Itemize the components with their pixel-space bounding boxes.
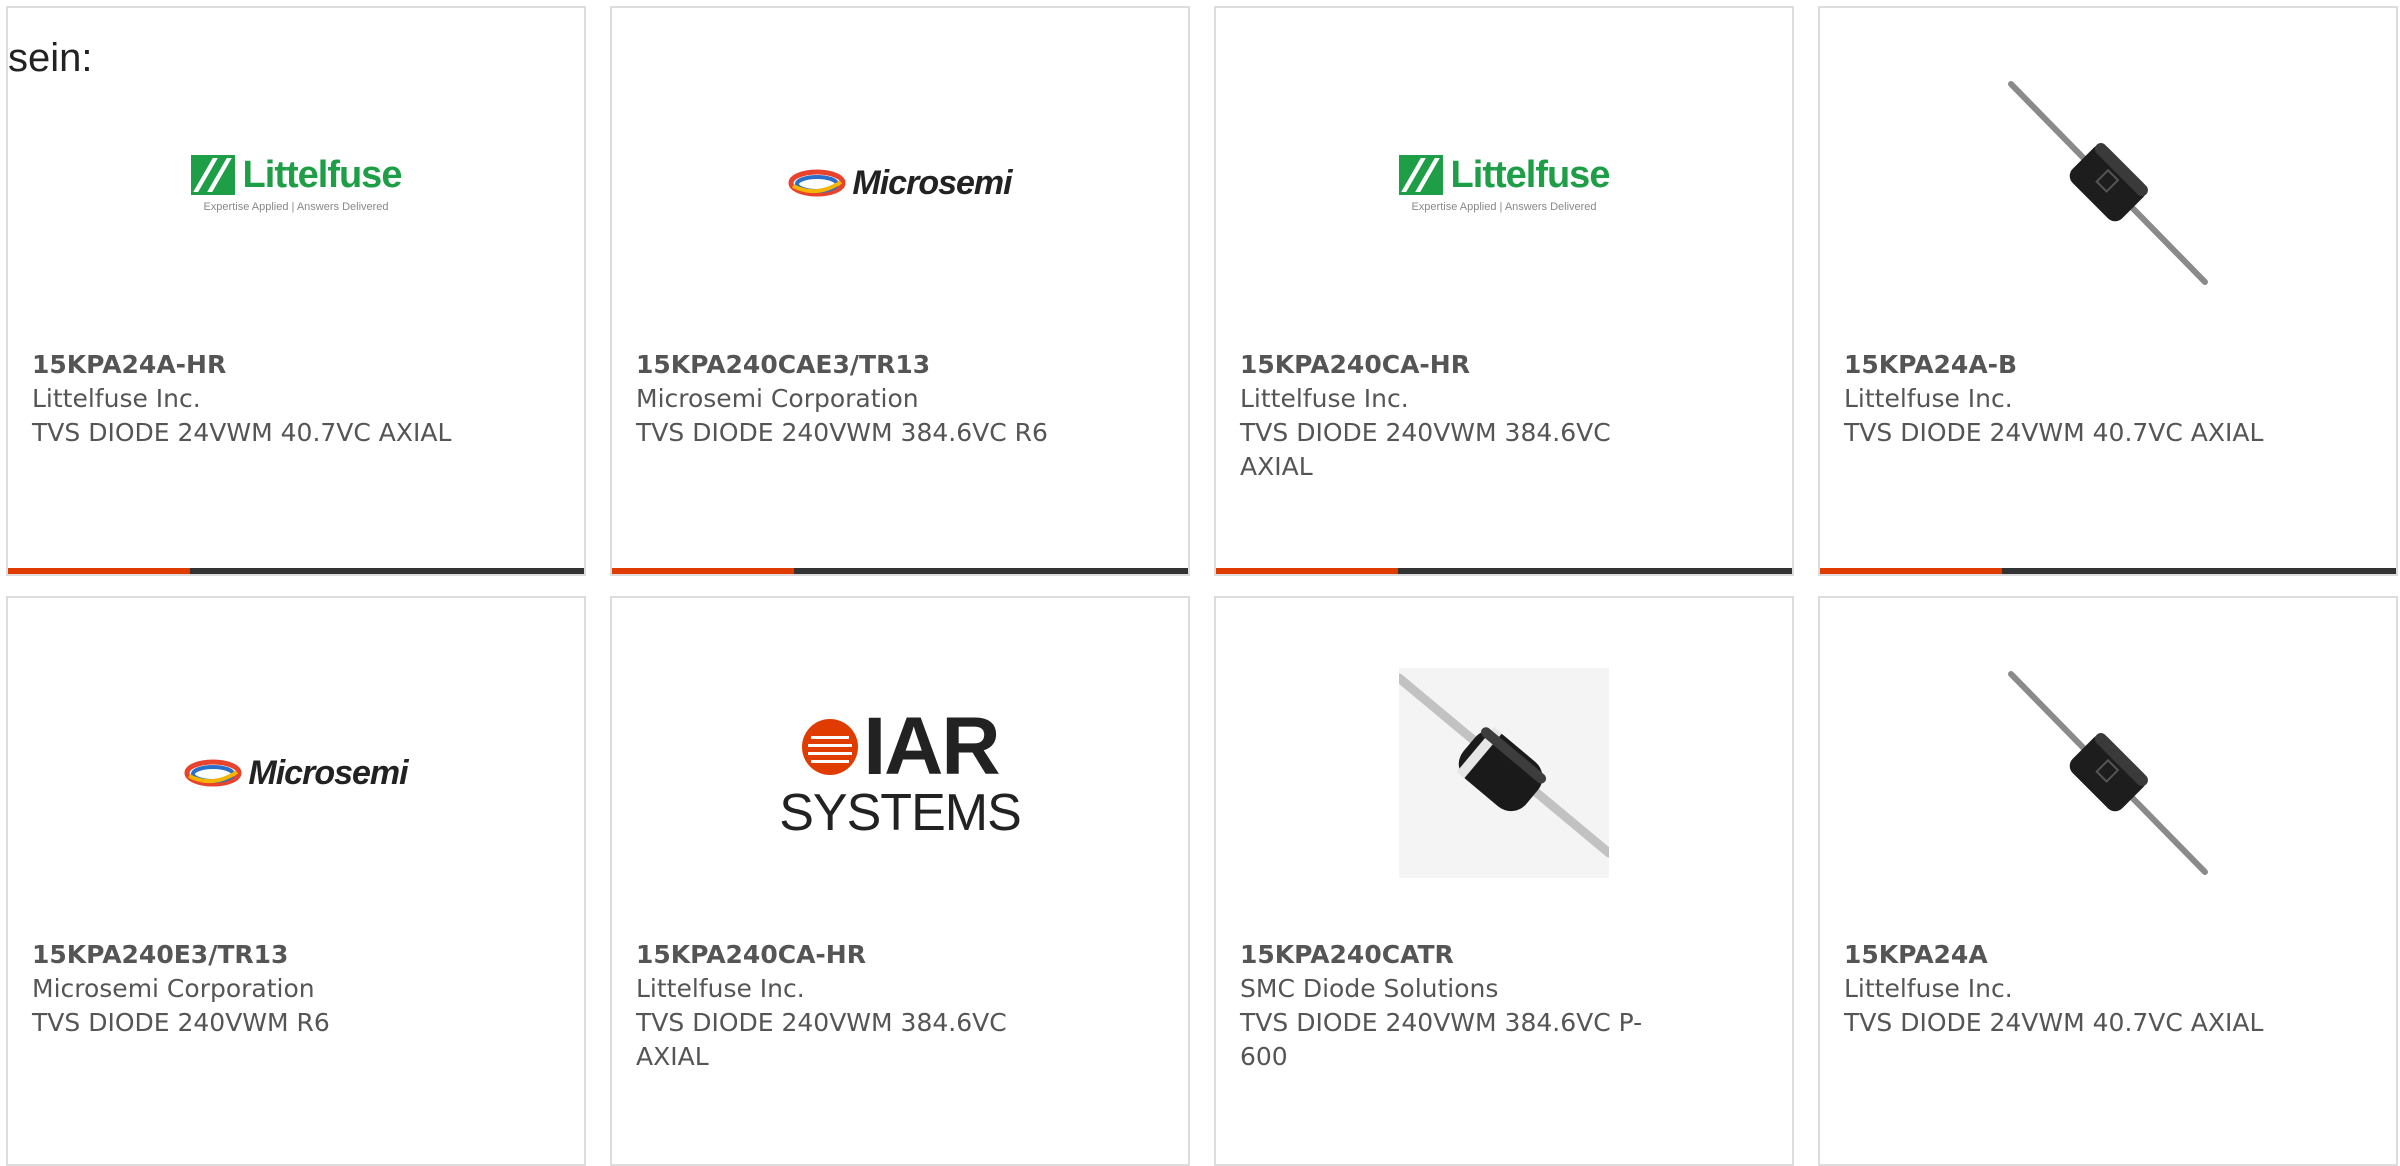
axial-diode-photo <box>2008 671 2208 875</box>
littelfuse-logo: Littelfuse Expertise Applied | Answers D… <box>190 154 402 213</box>
card-accent-bar <box>8 568 584 574</box>
product-card[interactable]: Microsemi 15KPA240CAE3/TR13 Microsemi Co… <box>610 6 1190 576</box>
product-image: Littelfuse Expertise Applied | Answers D… <box>1216 58 1792 308</box>
manufacturer: Littelfuse Inc. <box>636 974 805 1003</box>
description: TVS DIODE 240VWM 384.6VC AXIAL <box>636 1008 1007 1071</box>
description: TVS DIODE 24VWM 40.7VC AXIAL <box>1844 418 2264 447</box>
description: TVS DIODE 240VWM 384.6VC P-600 <box>1240 1008 1643 1071</box>
part-number[interactable]: 15KPA240E3/TR13 <box>32 938 462 972</box>
iar-systems-logo: IAR SYSTEMS <box>779 701 1021 842</box>
product-card[interactable]: Littelfuse Expertise Applied | Answers D… <box>6 6 586 576</box>
part-number[interactable]: 15KPA240CA-HR <box>1240 348 1670 382</box>
product-card[interactable]: IAR SYSTEMS 15KPA240CA-HR Littelfuse Inc… <box>610 596 1190 1166</box>
part-number[interactable]: 15KPA240CAE3/TR13 <box>636 348 1066 382</box>
product-image: Microsemi <box>8 648 584 898</box>
manufacturer: Microsemi Corporation <box>636 384 919 413</box>
product-grid: Littelfuse Expertise Applied | Answers D… <box>6 6 2398 1166</box>
description: TVS DIODE 240VWM 384.6VC R6 <box>636 418 1048 447</box>
description: TVS DIODE 24VWM 40.7VC AXIAL <box>1844 1008 2264 1037</box>
part-number[interactable]: 15KPA24A-HR <box>32 348 462 382</box>
product-image <box>1820 648 2396 898</box>
part-number[interactable]: 15KPA24A-B <box>1844 348 2274 382</box>
microsemi-logo: Microsemi <box>788 164 1013 203</box>
product-image <box>1820 58 2396 308</box>
description: TVS DIODE 240VWM R6 <box>32 1008 330 1037</box>
manufacturer: Littelfuse Inc. <box>1844 384 2013 413</box>
card-accent-bar <box>612 568 1188 574</box>
microsemi-swirl-icon <box>788 169 846 197</box>
product-image: Microsemi <box>612 58 1188 308</box>
manufacturer: SMC Diode Solutions <box>1240 974 1499 1003</box>
part-number[interactable]: 15KPA240CATR <box>1240 938 1670 972</box>
card-accent-bar <box>1820 568 2396 574</box>
littelfuse-logo: Littelfuse Expertise Applied | Answers D… <box>1398 154 1610 213</box>
manufacturer: Microsemi Corporation <box>32 974 315 1003</box>
microsemi-swirl-icon <box>184 759 242 787</box>
product-card[interactable]: 15KPA240CATR SMC Diode Solutions TVS DIO… <box>1214 596 1794 1166</box>
part-number[interactable]: 15KPA24A <box>1844 938 2274 972</box>
product-card[interactable]: Littelfuse Expertise Applied | Answers D… <box>1214 6 1794 576</box>
axial-diode-photo-silver <box>1399 668 1609 878</box>
manufacturer: Littelfuse Inc. <box>1240 384 1409 413</box>
product-image: IAR SYSTEMS <box>612 648 1188 898</box>
manufacturer: Littelfuse Inc. <box>1844 974 2013 1003</box>
product-image <box>1216 648 1792 898</box>
description: TVS DIODE 240VWM 384.6VC AXIAL <box>1240 418 1611 481</box>
littelfuse-mark-icon <box>190 155 235 195</box>
microsemi-logo: Microsemi <box>184 754 409 793</box>
product-card[interactable]: 15KPA24A-B Littelfuse Inc. TVS DIODE 24V… <box>1818 6 2398 576</box>
description: TVS DIODE 24VWM 40.7VC AXIAL <box>32 418 452 447</box>
product-image: Littelfuse Expertise Applied | Answers D… <box>8 58 584 308</box>
product-card[interactable]: 15KPA24A Littelfuse Inc. TVS DIODE 24VWM… <box>1818 596 2398 1166</box>
manufacturer: Littelfuse Inc. <box>32 384 201 413</box>
page-heading: sein: <box>8 36 93 80</box>
part-number[interactable]: 15KPA240CA-HR <box>636 938 1066 972</box>
axial-diode-photo <box>2008 81 2208 285</box>
product-card[interactable]: Microsemi 15KPA240E3/TR13 Microsemi Corp… <box>6 596 586 1166</box>
iar-striped-circle-icon <box>802 719 859 775</box>
card-accent-bar <box>1216 568 1792 574</box>
littelfuse-mark-icon <box>1398 155 1443 195</box>
